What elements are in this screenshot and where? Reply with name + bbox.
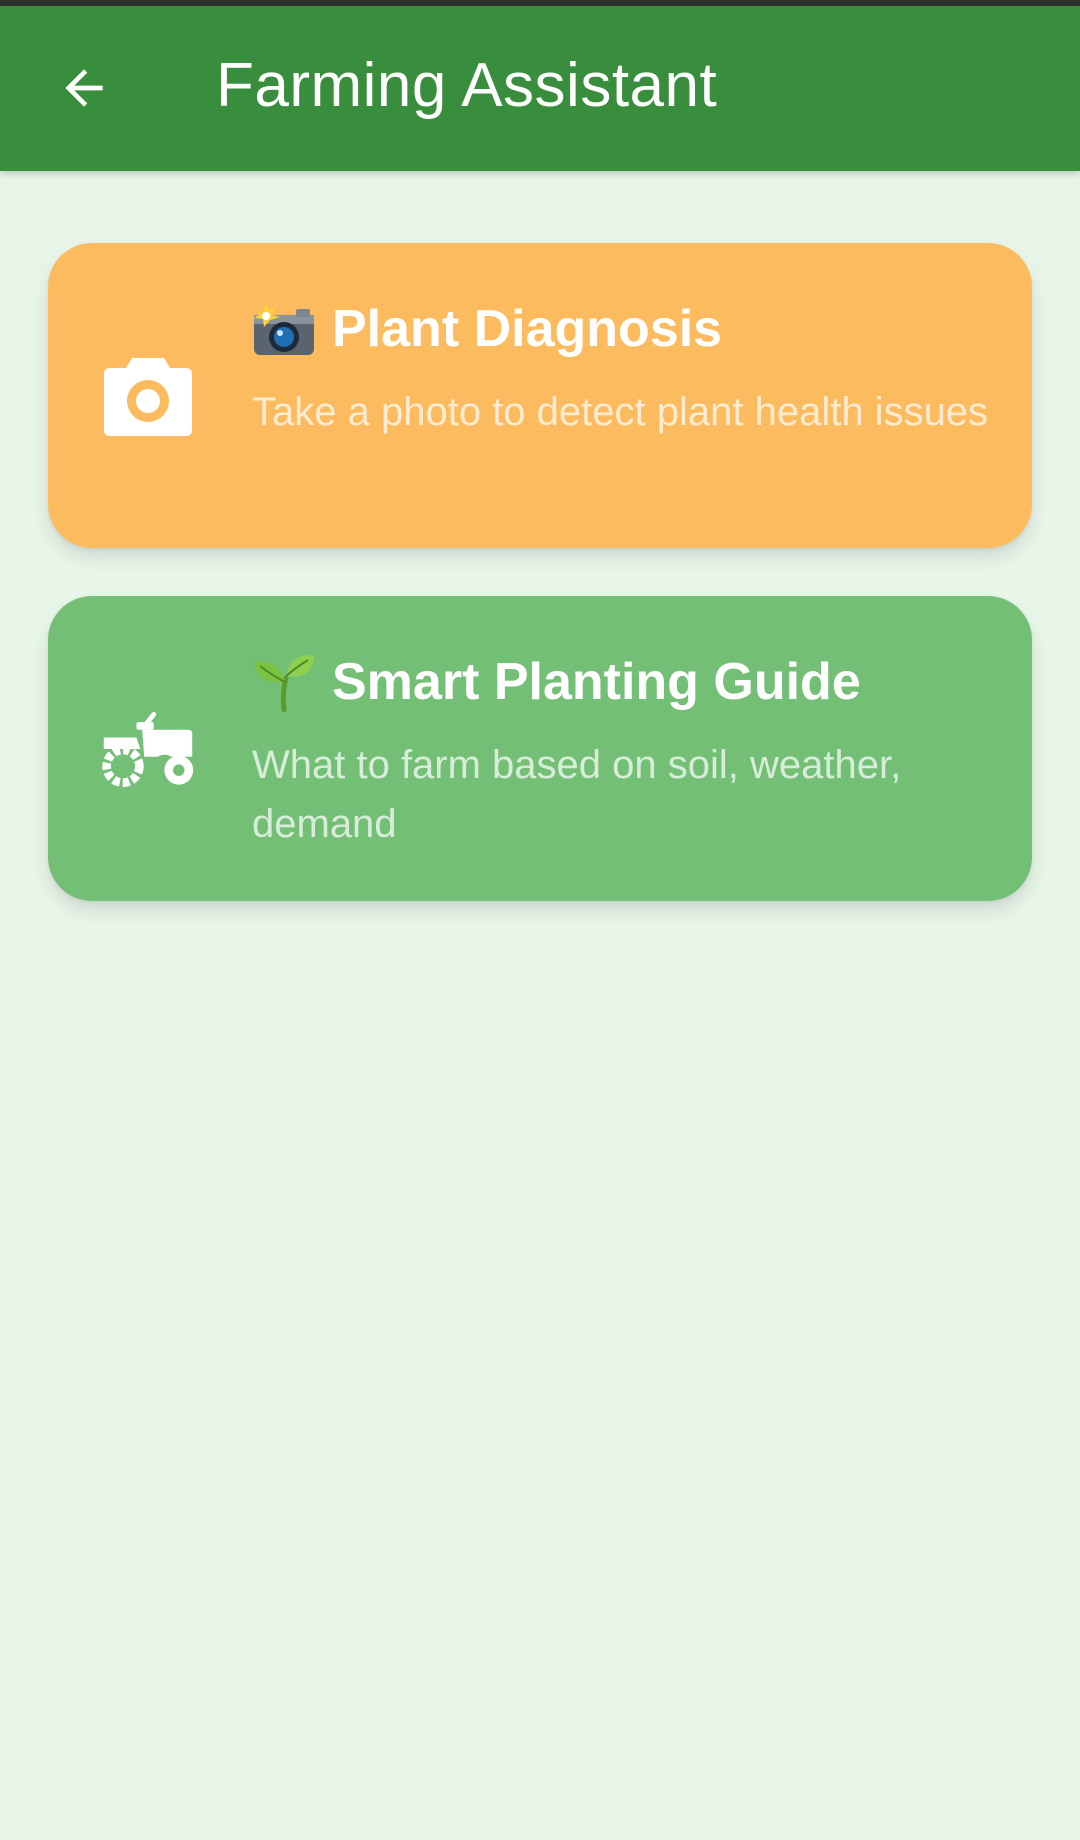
card-title-text: Smart Planting Guide bbox=[332, 653, 861, 711]
plant-diagnosis-card[interactable]: Plant Diagnosis Take a photo to detect p… bbox=[48, 243, 1032, 548]
seedling-emoji bbox=[252, 652, 316, 712]
app-bar: Farming Assistant bbox=[0, 6, 1080, 171]
camera-icon bbox=[98, 243, 198, 548]
arrow-back-icon bbox=[65, 69, 103, 107]
card-title: Plant Diagnosis bbox=[252, 299, 722, 359]
card-title: Smart Planting Guide bbox=[252, 652, 861, 712]
tractor-icon bbox=[98, 596, 198, 901]
card-description: What to farm based on soil, weather, dem… bbox=[252, 743, 902, 846]
back-button[interactable] bbox=[44, 48, 124, 128]
page-title: Farming Assistant bbox=[216, 51, 718, 120]
card-description: Take a photo to detect plant health issu… bbox=[252, 390, 989, 434]
camera-with-flash-emoji bbox=[252, 299, 316, 359]
card-title-text: Plant Diagnosis bbox=[332, 300, 723, 358]
smart-planting-guide-card[interactable]: Smart Planting Guide What to farm based … bbox=[48, 596, 1032, 901]
